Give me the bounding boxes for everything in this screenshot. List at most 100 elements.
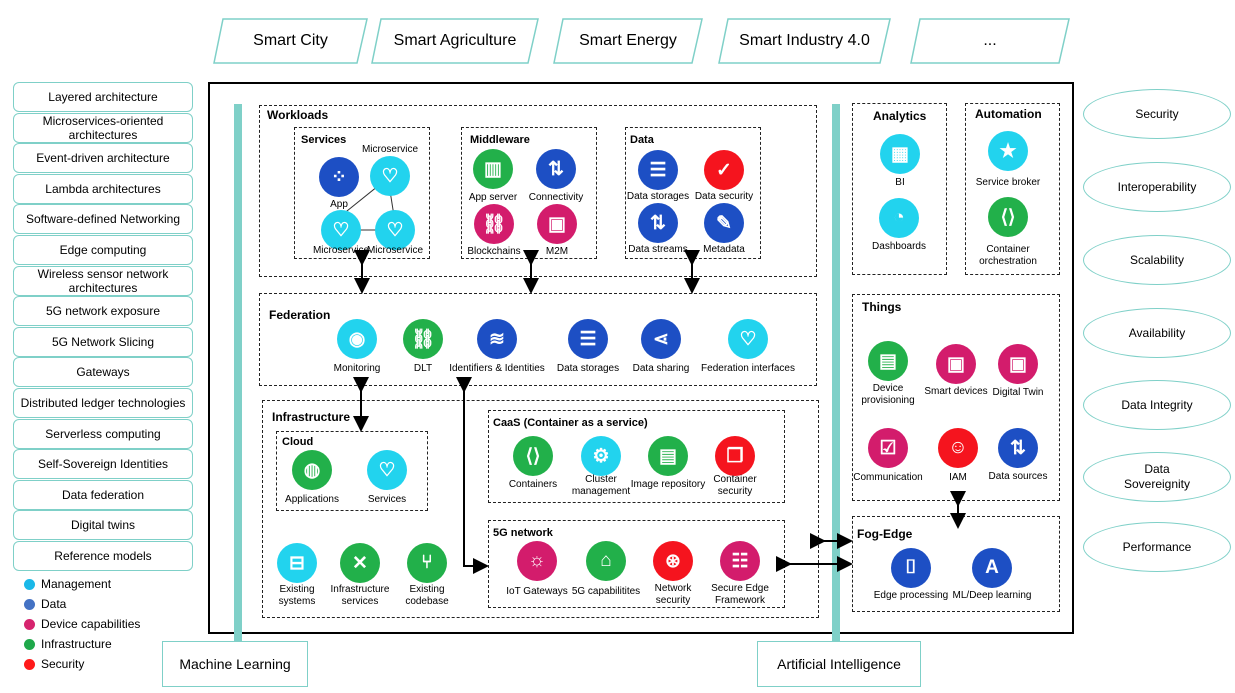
component-label: Services bbox=[367, 494, 407, 505]
layers-icon: ≋ bbox=[477, 319, 517, 359]
component-label: Infrastructure services bbox=[330, 584, 390, 607]
analytics-title: Analytics bbox=[873, 109, 927, 123]
legend-label: Device capabilities bbox=[41, 617, 141, 631]
legend-dot-icon bbox=[24, 658, 35, 670]
component-label: IoT Gateways bbox=[506, 586, 568, 597]
component-label: App server bbox=[468, 192, 518, 203]
component-label: Device provisioning bbox=[861, 383, 915, 406]
lightbulb-icon: ☼ bbox=[517, 541, 557, 581]
domain-label: Smart Agriculture bbox=[393, 32, 517, 49]
code-icon: ⟨⟩ bbox=[513, 436, 553, 476]
component-label: Existing codebase bbox=[405, 584, 449, 607]
domain-label: ... bbox=[983, 32, 997, 49]
code-icon: ⟨⟩ bbox=[988, 197, 1028, 237]
artificial-intelligence-bar bbox=[832, 104, 840, 644]
domain-label: Smart Energy bbox=[579, 32, 677, 49]
layout-window-icon: ▤ bbox=[868, 341, 908, 381]
component-label: Network security bbox=[654, 583, 692, 606]
domain-label: Smart City bbox=[253, 32, 328, 49]
layout-window-icon: ▤ bbox=[648, 436, 688, 476]
message-check-icon: ☑ bbox=[868, 428, 908, 468]
component-label: Cluster management bbox=[571, 474, 631, 497]
tools-icon: ✕ bbox=[340, 543, 380, 583]
concept-box: Lambda architectures bbox=[13, 174, 193, 204]
heart-link-icon: ♡ bbox=[321, 210, 361, 250]
fog-edge-title: Fog-Edge bbox=[857, 527, 913, 541]
quality-attribute: Data Integrity bbox=[1083, 380, 1231, 430]
component-label: Secure Edge Framework bbox=[711, 583, 769, 606]
edit-document-icon: ✎ bbox=[704, 203, 744, 243]
5g-network-title: 5G network bbox=[493, 527, 553, 539]
user-badge-icon: ☺ bbox=[938, 428, 978, 468]
concept-box: Distributed ledger technologies bbox=[13, 388, 193, 418]
infrastructure-title: Infrastructure bbox=[272, 410, 351, 424]
quality-attribute: Interoperability bbox=[1083, 162, 1231, 212]
antenna-icon: ⊛ bbox=[653, 541, 693, 581]
component-label: Edge processing bbox=[873, 590, 949, 601]
automation-title: Automation bbox=[975, 107, 1042, 121]
component-label: Communication bbox=[853, 472, 923, 483]
component-label: DLT bbox=[413, 363, 433, 374]
domain-1: Smart Agriculture bbox=[371, 18, 539, 64]
quality-attribute: Performance bbox=[1083, 522, 1231, 572]
database-icon: ☰ bbox=[568, 319, 608, 359]
chip-icon: ▣ bbox=[537, 204, 577, 244]
component-label: Data sharing bbox=[632, 363, 690, 374]
chip-icon: ▣ bbox=[936, 344, 976, 384]
concept-box: Serverless computing bbox=[13, 419, 193, 449]
bar-chart-icon: ▦ bbox=[880, 134, 920, 174]
gauge-icon: ◔ bbox=[879, 198, 919, 238]
heart-link-icon: ♡ bbox=[728, 319, 768, 359]
component-label: Microservice bbox=[361, 144, 419, 155]
legend-dot-icon bbox=[24, 578, 35, 590]
briefcase-icon: ⊟ bbox=[277, 543, 317, 583]
workloads-title: Workloads bbox=[267, 108, 329, 122]
concept-box: Edge computing bbox=[13, 235, 193, 265]
concept-box: Layered architecture bbox=[13, 82, 193, 112]
component-label: Smart devices bbox=[924, 386, 988, 397]
database-icon: ☰ bbox=[638, 150, 678, 190]
component-label: Data storages bbox=[556, 363, 620, 374]
component-label: Metadata bbox=[703, 244, 745, 255]
chip-icon: ▣ bbox=[998, 344, 1038, 384]
shield-check-icon: ✓ bbox=[704, 150, 744, 190]
component-label: Dashboards bbox=[872, 241, 926, 252]
component-label: Identifiers & Identities bbox=[449, 363, 545, 374]
text-scan-icon: A bbox=[972, 548, 1012, 588]
legend-item: Data bbox=[24, 597, 66, 611]
apps-grid-icon: ⁘ bbox=[319, 157, 359, 197]
concept-box: 5G network exposure bbox=[13, 296, 193, 326]
branch-icon: ⑂ bbox=[407, 543, 447, 583]
component-label: Existing systems bbox=[278, 584, 316, 607]
legend-item: Device capabilities bbox=[24, 617, 140, 631]
share-icon: ⋖ bbox=[641, 319, 681, 359]
legend-label: Infrastructure bbox=[41, 637, 112, 651]
up-down-arrows-icon: ⇅ bbox=[536, 149, 576, 189]
component-label: Federation interfaces bbox=[701, 363, 795, 374]
component-label: ML/Deep learning bbox=[952, 590, 1032, 601]
quality-attribute: Scalability bbox=[1083, 235, 1231, 285]
up-down-arrows-icon: ⇅ bbox=[638, 203, 678, 243]
component-label: Blockchains bbox=[467, 246, 521, 257]
concept-box: Software-defined Networking bbox=[13, 204, 193, 234]
concept-box: Reference models bbox=[13, 541, 193, 571]
concept-box: 5G Network Slicing bbox=[13, 327, 193, 357]
artificial-intelligence-box: Artificial Intelligence bbox=[757, 641, 921, 687]
federation-title: Federation bbox=[269, 308, 331, 322]
legend-dot-icon bbox=[24, 598, 35, 610]
middleware-title: Middleware bbox=[470, 134, 530, 146]
legend-item: Security bbox=[24, 657, 84, 671]
machine-learning-bar bbox=[234, 104, 242, 644]
quality-attribute: Availability bbox=[1083, 308, 1231, 358]
concept-box: Data federation bbox=[13, 480, 193, 510]
legend-dot-icon bbox=[24, 618, 35, 630]
star-icon: ★ bbox=[988, 131, 1028, 171]
globe-icon: ◍ bbox=[292, 450, 332, 490]
component-label: Digital Twin bbox=[992, 387, 1044, 398]
legend-label: Data bbox=[41, 597, 67, 611]
component-label: Connectivity bbox=[528, 192, 584, 203]
server-icon: ▥ bbox=[473, 149, 513, 189]
legend-item: Infrastructure bbox=[24, 637, 112, 651]
component-label: Container security bbox=[713, 474, 757, 497]
domain-label: Smart Industry 4.0 bbox=[739, 32, 870, 49]
